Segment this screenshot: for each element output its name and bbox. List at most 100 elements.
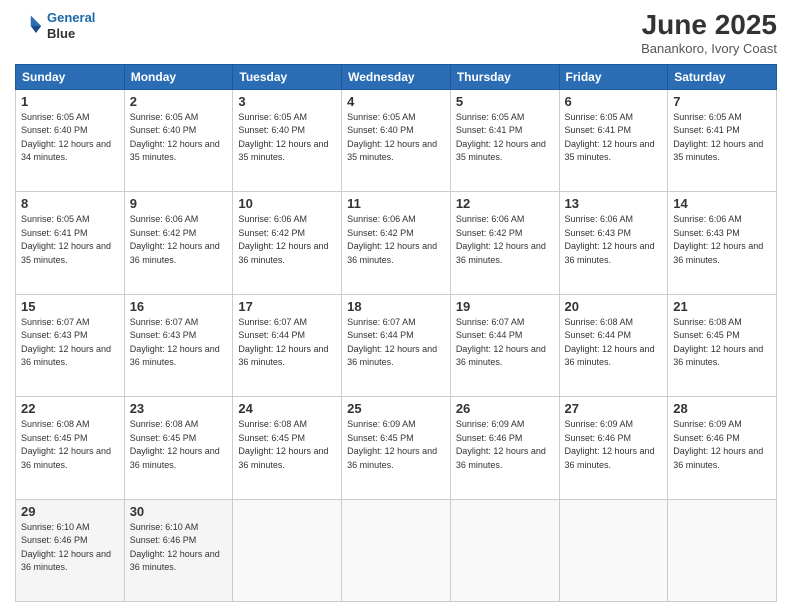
col-thursday: Thursday (450, 64, 559, 89)
day-info: Sunrise: 6:09 AMSunset: 6:46 PMDaylight:… (673, 418, 771, 472)
day-info: Sunrise: 6:07 AMSunset: 6:44 PMDaylight:… (456, 316, 554, 370)
day-info: Sunrise: 6:09 AMSunset: 6:46 PMDaylight:… (456, 418, 554, 472)
day-number: 11 (347, 196, 445, 211)
location: Banankoro, Ivory Coast (641, 41, 777, 56)
day-info: Sunrise: 6:05 AMSunset: 6:41 PMDaylight:… (673, 111, 771, 165)
logo-icon (15, 12, 43, 40)
calendar-table: Sunday Monday Tuesday Wednesday Thursday… (15, 64, 777, 602)
calendar-cell: 26Sunrise: 6:09 AMSunset: 6:46 PMDayligh… (450, 397, 559, 499)
calendar-cell: 15 Sunrise: 6:07 AMSunset: 6:43 PMDayligh… (16, 294, 125, 396)
calendar-cell: 5 Sunrise: 6:05 AMSunset: 6:41 PMDaylight… (450, 89, 559, 191)
col-sunday: Sunday (16, 64, 125, 89)
day-info: Sunrise: 6:06 AMSunset: 6:42 PMDaylight:… (130, 213, 228, 267)
day-info: Sunrise: 6:08 AMSunset: 6:45 PMDaylight:… (130, 418, 228, 472)
day-info: Sunrise: 6:06 AMSunset: 6:42 PMDaylight:… (238, 213, 336, 267)
calendar-cell: 25 Sunrise: 6:09 AMSunset: 6:45 PMDayligh… (342, 397, 451, 499)
day-number: 21 (673, 299, 771, 314)
day-info: Sunrise: 6:06 AMSunset: 6:42 PMDaylight:… (456, 213, 554, 267)
day-number: 25 (347, 401, 445, 416)
calendar-cell: 9 Sunrise: 6:06 AMSunset: 6:42 PMDaylight… (124, 192, 233, 294)
calendar-week-5: 29 Sunrise: 6:10 AMSunset: 6:46 PMDayligh… (16, 499, 777, 601)
calendar-cell: 12Sunrise: 6:06 AMSunset: 6:42 PMDayligh… (450, 192, 559, 294)
day-number: 20 (565, 299, 663, 314)
col-monday: Monday (124, 64, 233, 89)
day-number: 16 (130, 299, 228, 314)
calendar-cell: 28 Sunrise: 6:09 AMSunset: 6:46 PMDayligh… (668, 397, 777, 499)
day-info: Sunrise: 6:08 AMSunset: 6:45 PMDaylight:… (673, 316, 771, 370)
day-number: 10 (238, 196, 336, 211)
calendar-cell: 8 Sunrise: 6:05 AMSunset: 6:41 PMDaylight… (16, 192, 125, 294)
calendar-cell (668, 499, 777, 601)
calendar-cell: 11 Sunrise: 6:06 AMSunset: 6:42 PMDayligh… (342, 192, 451, 294)
calendar-week-1: 1 Sunrise: 6:05 AMSunset: 6:40 PMDaylight… (16, 89, 777, 191)
day-number: 8 (21, 196, 119, 211)
day-info: Sunrise: 6:05 AMSunset: 6:41 PMDaylight:… (456, 111, 554, 165)
day-number: 30 (130, 504, 228, 519)
logo: General Blue (15, 10, 95, 41)
calendar-cell: 7 Sunrise: 6:05 AMSunset: 6:41 PMDaylight… (668, 89, 777, 191)
header-row: Sunday Monday Tuesday Wednesday Thursday… (16, 64, 777, 89)
calendar-cell: 24Sunrise: 6:08 AMSunset: 6:45 PMDayligh… (233, 397, 342, 499)
day-number: 22 (21, 401, 119, 416)
calendar-cell: 30 Sunrise: 6:10 AMSunset: 6:46 PMDayligh… (124, 499, 233, 601)
day-number: 28 (673, 401, 771, 416)
calendar-cell: 23Sunrise: 6:08 AMSunset: 6:45 PMDayligh… (124, 397, 233, 499)
day-info: Sunrise: 6:07 AMSunset: 6:44 PMDaylight:… (238, 316, 336, 370)
day-number: 5 (456, 94, 554, 109)
day-info: Sunrise: 6:10 AMSunset: 6:46 PMDaylight:… (130, 521, 228, 575)
calendar-cell: 19 Sunrise: 6:07 AMSunset: 6:44 PMDayligh… (450, 294, 559, 396)
day-info: Sunrise: 6:06 AMSunset: 6:43 PMDaylight:… (565, 213, 663, 267)
day-number: 14 (673, 196, 771, 211)
calendar-cell: 4 Sunrise: 6:05 AMSunset: 6:40 PMDaylight… (342, 89, 451, 191)
day-info: Sunrise: 6:05 AMSunset: 6:41 PMDaylight:… (21, 213, 119, 267)
day-info: Sunrise: 6:06 AMSunset: 6:42 PMDaylight:… (347, 213, 445, 267)
day-number: 27 (565, 401, 663, 416)
calendar-body: 1 Sunrise: 6:05 AMSunset: 6:40 PMDaylight… (16, 89, 777, 601)
col-saturday: Saturday (668, 64, 777, 89)
day-info: Sunrise: 6:06 AMSunset: 6:43 PMDaylight:… (673, 213, 771, 267)
day-info: Sunrise: 6:05 AMSunset: 6:40 PMDaylight:… (347, 111, 445, 165)
day-info: Sunrise: 6:07 AMSunset: 6:43 PMDaylight:… (21, 316, 119, 370)
day-number: 3 (238, 94, 336, 109)
col-wednesday: Wednesday (342, 64, 451, 89)
day-number: 29 (21, 504, 119, 519)
day-number: 13 (565, 196, 663, 211)
day-number: 7 (673, 94, 771, 109)
day-number: 4 (347, 94, 445, 109)
day-info: Sunrise: 6:05 AMSunset: 6:40 PMDaylight:… (130, 111, 228, 165)
page: General Blue June 2025 Banankoro, Ivory … (0, 0, 792, 612)
day-number: 18 (347, 299, 445, 314)
calendar-cell: 17 Sunrise: 6:07 AMSunset: 6:44 PMDayligh… (233, 294, 342, 396)
day-info: Sunrise: 6:10 AMSunset: 6:46 PMDaylight:… (21, 521, 119, 575)
calendar-cell (342, 499, 451, 601)
calendar-cell: 10 Sunrise: 6:06 AMSunset: 6:42 PMDayligh… (233, 192, 342, 294)
month-title: June 2025 (641, 10, 777, 41)
calendar-cell: 22Sunrise: 6:08 AMSunset: 6:45 PMDayligh… (16, 397, 125, 499)
calendar-cell (559, 499, 668, 601)
day-info: Sunrise: 6:05 AMSunset: 6:40 PMDaylight:… (238, 111, 336, 165)
day-number: 1 (21, 94, 119, 109)
calendar-week-3: 15 Sunrise: 6:07 AMSunset: 6:43 PMDayligh… (16, 294, 777, 396)
calendar-cell (450, 499, 559, 601)
title-area: June 2025 Banankoro, Ivory Coast (641, 10, 777, 56)
day-info: Sunrise: 6:09 AMSunset: 6:46 PMDaylight:… (565, 418, 663, 472)
calendar-cell: 3 Sunrise: 6:05 AMSunset: 6:40 PMDaylight… (233, 89, 342, 191)
calendar-cell: 1 Sunrise: 6:05 AMSunset: 6:40 PMDaylight… (16, 89, 125, 191)
day-info: Sunrise: 6:07 AMSunset: 6:44 PMDaylight:… (347, 316, 445, 370)
day-number: 19 (456, 299, 554, 314)
calendar-cell: 18 Sunrise: 6:07 AMSunset: 6:44 PMDayligh… (342, 294, 451, 396)
day-number: 9 (130, 196, 228, 211)
day-number: 15 (21, 299, 119, 314)
calendar-cell: 21 Sunrise: 6:08 AMSunset: 6:45 PMDayligh… (668, 294, 777, 396)
logo-line1: General (47, 10, 95, 25)
calendar-week-4: 22 Sunrise: 6:08 AMSunset: 6:45 PMDayligh… (16, 397, 777, 499)
day-info: Sunrise: 6:09 AMSunset: 6:45 PMDaylight:… (347, 418, 445, 472)
day-info: Sunrise: 6:08 AMSunset: 6:45 PMDaylight:… (238, 418, 336, 472)
header: General Blue June 2025 Banankoro, Ivory … (15, 10, 777, 56)
day-info: Sunrise: 6:05 AMSunset: 6:40 PMDaylight:… (21, 111, 119, 165)
logo-line2: Blue (47, 26, 95, 42)
day-info: Sunrise: 6:07 AMSunset: 6:43 PMDaylight:… (130, 316, 228, 370)
calendar-header: Sunday Monday Tuesday Wednesday Thursday… (16, 64, 777, 89)
day-number: 17 (238, 299, 336, 314)
calendar-cell: 2Sunrise: 6:05 AMSunset: 6:40 PMDaylight… (124, 89, 233, 191)
